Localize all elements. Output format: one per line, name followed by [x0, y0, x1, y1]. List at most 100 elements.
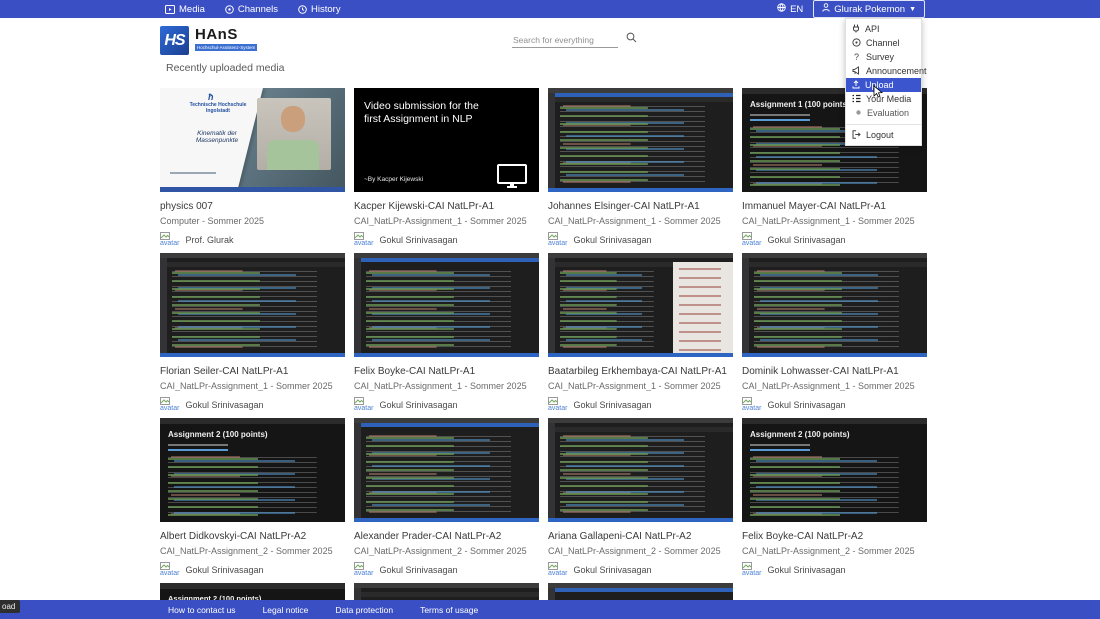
avatar-alt-text: avatar — [548, 570, 567, 577]
menu-item-your-media[interactable]: Your Media — [846, 92, 921, 106]
editor-activity-bar — [548, 93, 555, 192]
media-title[interactable]: Alexander Prader-CAI NatLPr-A2 — [354, 531, 539, 542]
media-title[interactable]: Baatarbileg Erkhembaya-CAI NatLPr-A1 — [548, 366, 733, 377]
editor-tabs — [548, 427, 733, 432]
avatar-alt-text: avatar — [548, 240, 567, 247]
menu-item-upload[interactable]: Upload — [846, 78, 921, 92]
notebook-subline — [168, 444, 228, 446]
video-thumbnail[interactable] — [354, 253, 539, 357]
menu-divider — [846, 124, 921, 125]
media-card[interactable]: Florian Seiler-CAI NatLPr-A1 CAI_NatLPr-… — [160, 253, 345, 418]
editor-statusbar — [354, 518, 539, 522]
media-title[interactable]: Dominik Lohwasser-CAI NatLPr-A1 — [742, 366, 927, 377]
avatar-alt-text: avatar — [160, 405, 179, 412]
avatar: avatar — [160, 397, 179, 412]
editor-activity-bar — [160, 258, 167, 357]
video-thumbnail[interactable]: Assignment 2 (100 points) — [742, 418, 927, 522]
question-icon: ? — [852, 52, 861, 62]
media-subtitle: CAI_NatLPr-Assignment_1 - Sommer 2025 — [742, 381, 927, 391]
code-lines — [560, 435, 729, 516]
footer-link-contact[interactable]: How to contact us — [168, 605, 236, 615]
search-icon[interactable] — [626, 30, 637, 48]
media-title[interactable]: Felix Boyke-CAI NatLPr-A1 — [354, 366, 539, 377]
editor-titlebar — [160, 253, 345, 258]
media-card[interactable]: Assignment 2 (100 points) Albert Didkovs… — [160, 418, 345, 583]
nav-item-history[interactable]: History — [298, 4, 341, 15]
language-switcher[interactable]: EN — [777, 3, 803, 15]
code-lines — [366, 435, 535, 516]
editor-tabs — [160, 262, 345, 267]
slide-org-text: Technische Hochschule Ingolstadt — [178, 102, 258, 114]
menu-item-survey[interactable]: ? Survey — [846, 50, 921, 64]
search-input[interactable] — [512, 33, 618, 48]
video-thumbnail[interactable] — [160, 253, 345, 357]
notebook-menubar — [160, 418, 345, 424]
notebook-menubar — [742, 418, 927, 424]
chevron-down-icon: ▼ — [909, 6, 916, 13]
footer-link-terms[interactable]: Terms of usage — [420, 605, 478, 615]
notebook-heading-text: Assignment 1 (100 points) — [750, 100, 850, 109]
media-card[interactable]: Ariana Gallapeni-CAI NatLPr-A2 CAI_NatLP… — [548, 418, 733, 583]
user-dropdown-menu: API Channel ? Survey Announcement Upload — [845, 18, 922, 146]
video-thumbnail[interactable] — [548, 418, 733, 522]
media-title[interactable]: Immanuel Mayer-CAI NatLPr-A1 — [742, 201, 927, 212]
media-subtitle: CAI_NatLPr-Assignment_1 - Sommer 2025 — [548, 381, 733, 391]
video-thumbnail[interactable] — [548, 253, 733, 357]
footer-link-legal[interactable]: Legal notice — [263, 605, 309, 615]
nav-item-media[interactable]: Media — [165, 4, 205, 15]
notebook-menubar — [160, 583, 345, 589]
media-card[interactable]: Felix Boyke-CAI NatLPr-A1 CAI_NatLPr-Ass… — [354, 253, 539, 418]
video-thumbnail[interactable]: Assignment 2 (100 points) — [160, 418, 345, 522]
media-card[interactable]: Dominik Lohwasser-CAI NatLPr-A1 CAI_NatL… — [742, 253, 927, 418]
editor-notification-bar — [548, 588, 733, 592]
menu-item-api[interactable]: API — [846, 22, 921, 36]
media-card[interactable]: Video submission for the first Assignmen… — [354, 88, 539, 253]
presenter-head — [281, 106, 305, 132]
editor-tabs — [548, 97, 733, 102]
top-navbar: Media Channels History — [0, 0, 1100, 18]
media-title[interactable]: Felix Boyke-CAI NatLPr-A2 — [742, 531, 927, 542]
menu-item-evaluation[interactable]: Evaluation — [846, 106, 921, 120]
code-lines — [750, 456, 923, 516]
plug-icon — [852, 24, 860, 35]
code-lines — [168, 456, 341, 516]
video-thumbnail[interactable] — [742, 253, 927, 357]
media-title[interactable]: Florian Seiler-CAI NatLPr-A1 — [160, 366, 345, 377]
media-card[interactable]: ħ Technische Hochschule Ingolstadt Kinem… — [160, 88, 345, 253]
media-title[interactable]: Albert Didkovskyi-CAI NatLPr-A2 — [160, 531, 345, 542]
upload-icon — [852, 80, 860, 91]
footer-link-data-protection[interactable]: Data protection — [335, 605, 393, 615]
menu-item-channel[interactable]: Channel — [846, 36, 921, 50]
video-thumbnail[interactable]: Video submission for the first Assignmen… — [354, 88, 539, 192]
editor-tabs — [354, 592, 539, 597]
presenter-body — [267, 140, 319, 170]
media-card[interactable]: Alexander Prader-CAI NatLPr-A2 CAI_NatLP… — [354, 418, 539, 583]
nav-item-channels[interactable]: Channels — [225, 4, 278, 15]
media-title[interactable]: physics 007 — [160, 201, 345, 212]
media-play-icon — [165, 5, 175, 14]
media-title[interactable]: Ariana Gallapeni-CAI NatLPr-A2 — [548, 531, 733, 542]
editor-statusbar — [160, 353, 345, 357]
menu-announcement-label: Announcement — [866, 66, 927, 76]
globe-icon — [777, 3, 786, 15]
avatar: avatar — [160, 562, 179, 577]
channels-icon — [225, 5, 234, 14]
menu-item-announcement[interactable]: Announcement — [846, 64, 921, 78]
media-card[interactable]: Johannes Elsinger-CAI NatLPr-A1 CAI_NatL… — [548, 88, 733, 253]
media-card[interactable]: Baatarbileg Erkhembaya-CAI NatLPr-A1 CAI… — [548, 253, 733, 418]
app-logo[interactable]: HS HAnS Hochschul-Assistenz-System — [160, 26, 257, 55]
avatar-alt-text: avatar — [160, 570, 179, 577]
media-title[interactable]: Johannes Elsinger-CAI NatLPr-A1 — [548, 201, 733, 212]
avatar: avatar — [160, 232, 179, 247]
video-thumbnail[interactable] — [548, 88, 733, 192]
menu-item-logout[interactable]: Logout — [846, 128, 921, 142]
media-title[interactable]: Kacper Kijewski-CAI NatLPr-A1 — [354, 201, 539, 212]
media-card[interactable]: Assignment 2 (100 points) Felix Boyke-CA… — [742, 418, 927, 583]
thumb-byline-text: ~By Kacper Kijewski — [364, 176, 423, 183]
editor-titlebar — [354, 583, 539, 588]
uploader-name: Gokul Srinivasagan — [379, 400, 457, 410]
video-thumbnail[interactable] — [354, 418, 539, 522]
video-thumbnail[interactable]: ħ Technische Hochschule Ingolstadt Kinem… — [160, 88, 345, 192]
user-menu-button[interactable]: Glurak Pokemon ▼ — [813, 0, 925, 18]
editor-side-panel — [673, 262, 733, 353]
